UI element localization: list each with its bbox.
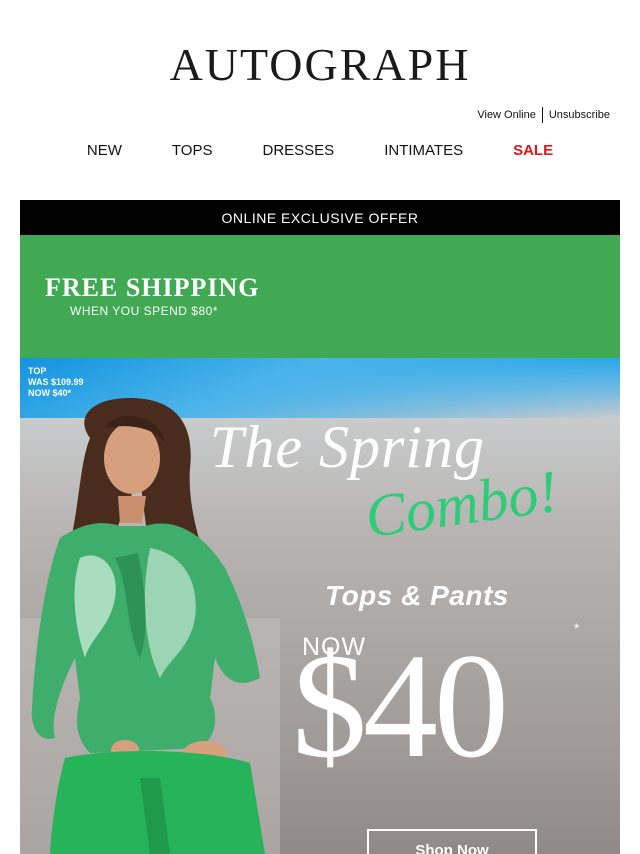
hero-subtitle: Tops & Pants xyxy=(325,580,509,611)
hero-price: $40 xyxy=(292,623,509,789)
main-nav: NEW TOPS DRESSES INTIMATES SALE xyxy=(0,142,640,159)
shop-now-button[interactable]: Shop Now xyxy=(367,829,537,854)
brand-logo[interactable]: AUTOGRAPH xyxy=(0,40,640,90)
view-online-link[interactable]: View Online xyxy=(477,109,536,121)
free-shipping-title: FREE SHIPPING xyxy=(45,273,260,302)
nav-item-dresses[interactable]: DRESSES xyxy=(262,142,334,159)
price-note-now: NOW $40* xyxy=(28,388,72,398)
nav-item-intimates[interactable]: INTIMATES xyxy=(384,142,463,159)
online-exclusive-banner[interactable]: ONLINE EXCLUSIVE OFFER xyxy=(20,200,620,235)
nav-item-new[interactable]: NEW xyxy=(87,142,122,159)
unsubscribe-link[interactable]: Unsubscribe xyxy=(549,109,610,121)
utility-links: View Online Unsubscribe xyxy=(477,107,610,123)
free-shipping-banner[interactable]: FREE SHIPPING WHEN YOU SPEND $80* xyxy=(20,235,620,359)
price-note-was: WAS $109.99 xyxy=(28,377,84,387)
price-asterisk: * xyxy=(574,620,580,636)
divider xyxy=(541,107,543,123)
nav-item-tops[interactable]: TOPS xyxy=(172,142,213,159)
price-note-item: TOP xyxy=(28,366,47,376)
hero-banner[interactable]: TOP WAS $109.99 NOW $40* The Spring Comb… xyxy=(20,358,620,854)
free-shipping-subtitle: WHEN YOU SPEND $80* xyxy=(70,304,218,318)
price-note: TOP WAS $109.99 NOW $40* xyxy=(28,366,84,399)
nav-item-sale[interactable]: SALE xyxy=(513,142,553,159)
